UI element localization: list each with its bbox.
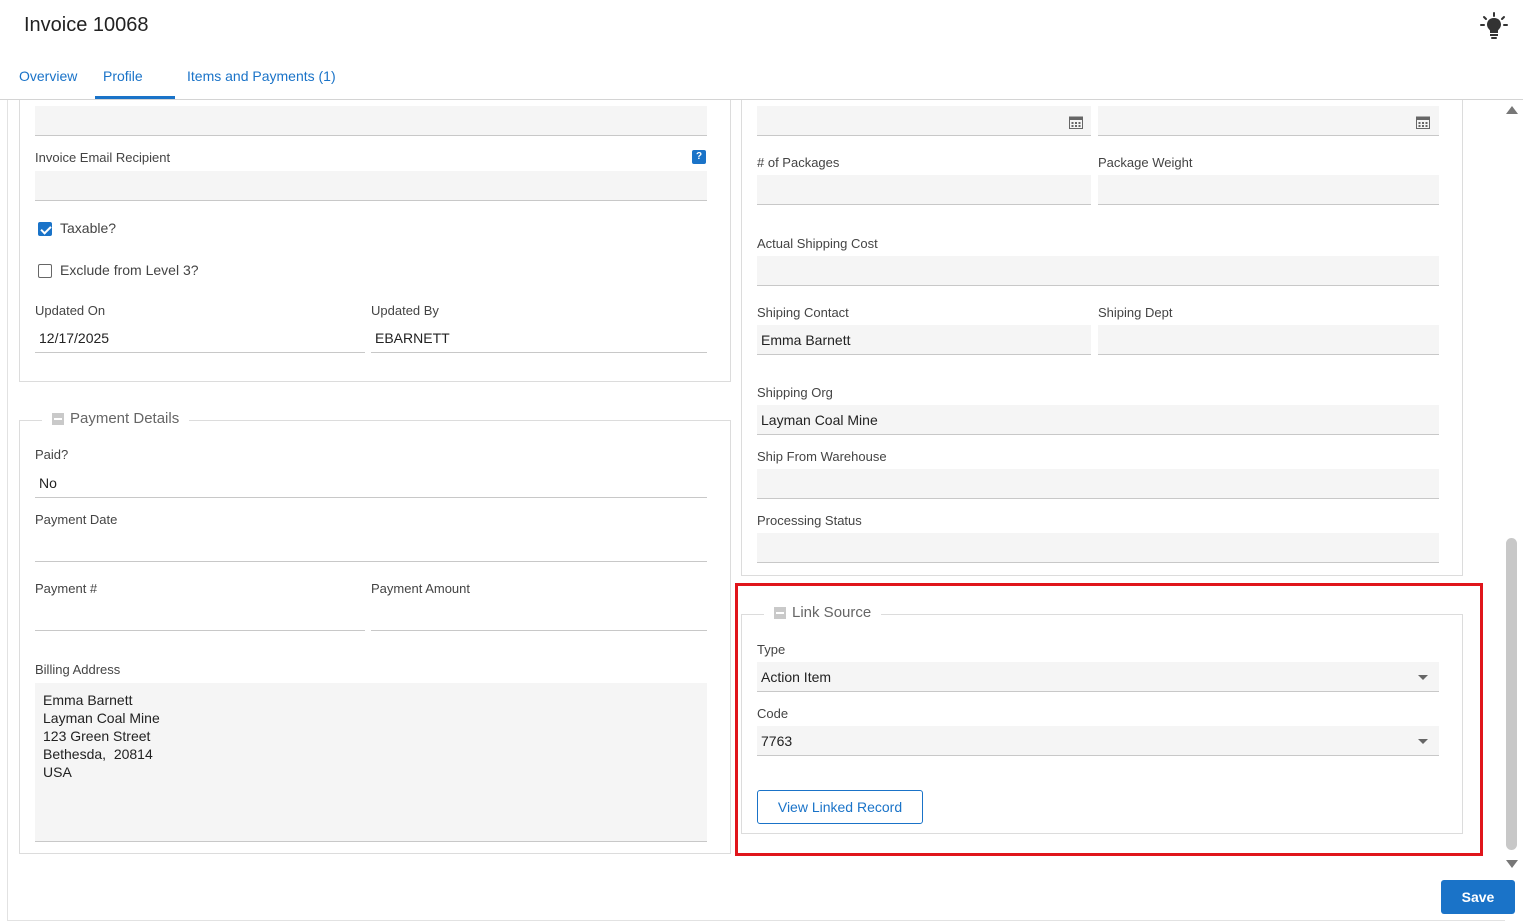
active-tab-indicator [95,96,175,99]
payment-date-field [35,532,707,562]
payment-details-legend[interactable]: Payment Details [42,410,190,427]
collapse-icon[interactable] [774,606,786,619]
payment-amount-label: Payment Amount [371,581,470,596]
ship-from-warehouse-input[interactable] [757,469,1439,499]
updated-by-value: EBARNETT [375,330,450,346]
billing-line: Bethesda, 20814 [43,746,153,762]
scrollbar-thumb[interactable] [1506,538,1517,850]
taxable-checkbox[interactable] [38,222,52,236]
page-title: Invoice 10068 [24,14,149,36]
shipping-contact-value: Emma Barnett [761,332,851,348]
delivery-date-field[interactable] [1098,106,1439,136]
updated-by-field: EBARNETT [371,323,707,353]
code-value: 7763 [761,733,793,749]
tab-bar: Overview Profile Items and Payments (1) [0,58,1523,100]
profile-content: Invoice Email Recipient ? Taxable? Exclu… [7,100,1505,921]
top-field[interactable] [35,106,707,136]
billing-address-label: Billing Address [35,662,121,677]
chevron-down-icon[interactable] [1418,675,1428,680]
scroll-down-arrow-icon[interactable] [1506,860,1518,868]
shipping-org-value: Layman Coal Mine [761,412,878,428]
lightbulb-icon[interactable] [1480,12,1508,40]
view-linked-record-button[interactable]: View Linked Record [757,790,923,824]
payment-number-label: Payment # [35,581,98,596]
shipping-dept-input[interactable] [1098,325,1439,355]
exclude-level3-label: Exclude from Level 3? [60,262,199,278]
help-icon[interactable]: ? [692,150,706,164]
ship-from-warehouse-label: Ship From Warehouse [757,449,887,464]
processing-status-label: Processing Status [757,513,862,528]
actual-shipping-cost-input[interactable] [757,256,1439,286]
type-value: Action Item [761,669,832,685]
link-source-title: Link Source [792,604,872,621]
billing-line: USA [43,764,72,780]
payment-details-title: Payment Details [70,410,180,427]
package-weight-label: Package Weight [1098,155,1193,170]
ship-date-field[interactable] [757,106,1091,136]
calendar-icon[interactable] [1416,115,1430,129]
payment-date-label: Payment Date [35,512,118,527]
link-source-legend[interactable]: Link Source [764,604,882,621]
collapse-icon[interactable] [52,412,64,425]
payment-amount-field [371,601,707,631]
exclude-level3-checkbox[interactable] [38,264,52,278]
updated-on-value: 12/17/2025 [39,330,110,346]
actual-shipping-cost-label: Actual Shipping Cost [757,236,878,251]
paid-label: Paid? [35,447,69,462]
updated-by-label: Updated By [371,303,439,318]
payment-number-field [35,601,365,631]
package-weight-input[interactable] [1098,175,1439,205]
paid-value: No [39,475,57,491]
shipping-org-input[interactable]: Layman Coal Mine [757,405,1439,435]
type-select[interactable]: Action Item [757,662,1439,692]
invoice-email-input[interactable] [35,171,707,201]
tab-profile[interactable]: Profile [103,68,143,84]
shipping-contact-label: Shiping Contact [757,305,849,320]
shipping-dept-label: Shiping Dept [1098,305,1173,320]
scroll-up-arrow-icon[interactable] [1506,106,1518,114]
packages-label: # of Packages [757,155,840,170]
updated-on-field: 12/17/2025 [35,323,365,353]
taxable-label: Taxable? [60,220,117,236]
save-button[interactable]: Save [1441,880,1515,914]
calendar-icon[interactable] [1069,115,1083,129]
packages-input[interactable] [757,175,1091,205]
tab-overview[interactable]: Overview [19,68,77,84]
chevron-down-icon[interactable] [1418,739,1428,744]
tab-items-and-payments[interactable]: Items and Payments (1) [187,68,336,84]
updated-on-label: Updated On [35,303,106,318]
invoice-email-label: Invoice Email Recipient [35,150,171,165]
type-label: Type [757,642,786,657]
shipping-contact-input[interactable]: Emma Barnett [757,325,1091,355]
billing-line: 123 Green Street [43,728,151,744]
code-select[interactable]: 7763 [757,726,1439,756]
paid-field: No [35,468,707,498]
billing-line: Layman Coal Mine [43,710,160,726]
billing-line: Emma Barnett [43,692,133,708]
processing-status-input[interactable] [757,533,1439,563]
billing-address-textarea[interactable]: Emma Barnett Layman Coal Mine 123 Green … [35,683,707,842]
shipping-org-label: Shipping Org [757,385,833,400]
code-label: Code [757,706,789,721]
